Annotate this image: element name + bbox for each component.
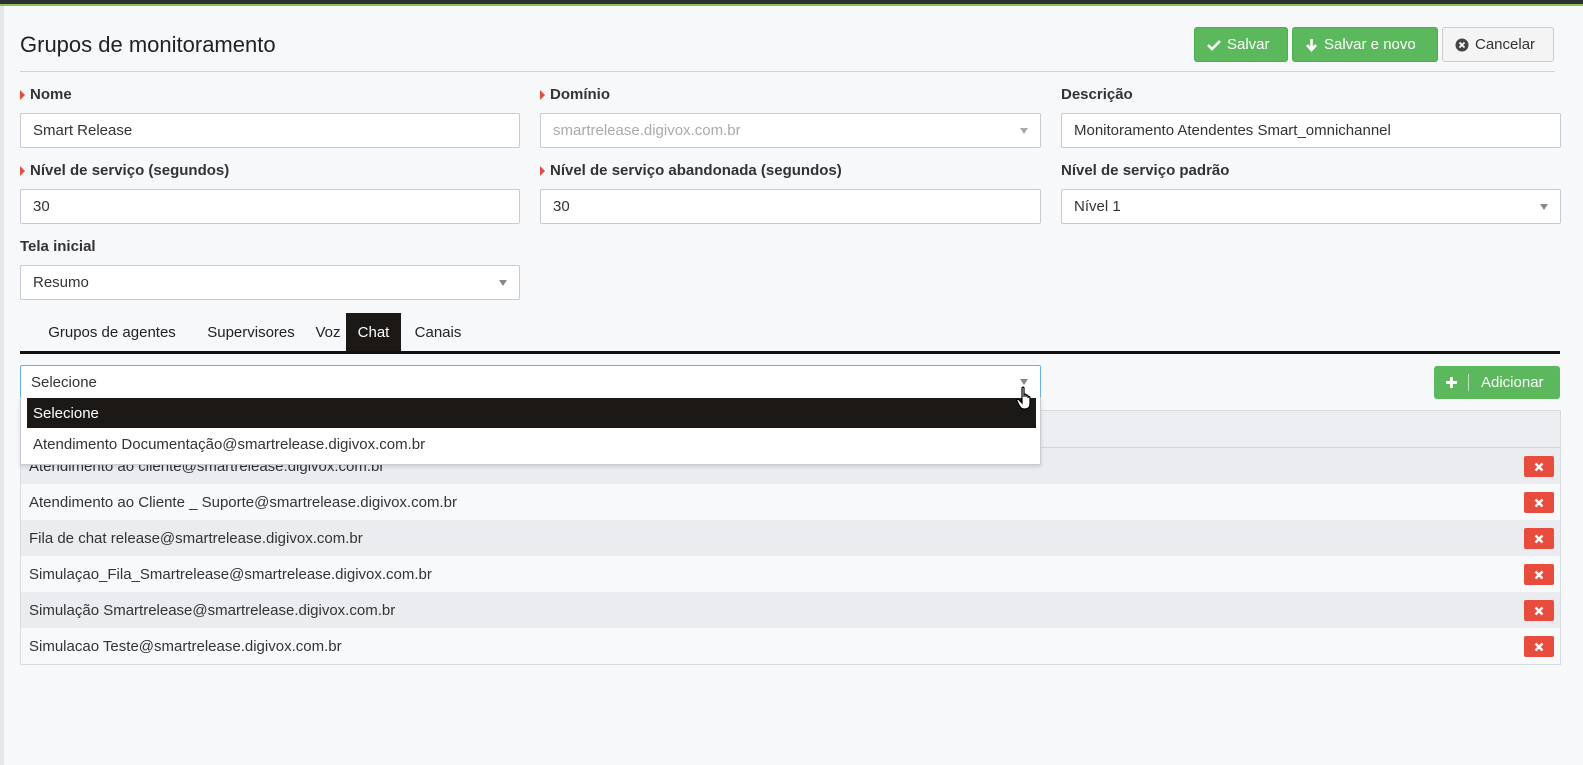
button-separator [1468,374,1469,391]
save-and-new-button-label: Salvar e novo [1324,36,1416,53]
close-icon [1534,570,1544,579]
dropdown-option[interactable]: Atendimento Documentação@smartrelease.di… [27,429,1036,459]
cancel-button-label: Cancelar [1475,36,1536,53]
check-icon [1207,39,1221,51]
chat-queue-select-value: Selecione [31,374,97,391]
chevron-down-icon [499,280,507,286]
table-row: Simulacao Teste@smartrelease.digivox.com… [21,628,1560,664]
nivel-servico-field[interactable]: 30 [20,189,520,224]
top-bar-accent [0,4,1583,6]
delete-button[interactable] [1524,528,1554,549]
descricao-value: Monitoramento Atendentes Smart_omnichann… [1074,122,1391,139]
tab-supervisores[interactable]: Supervisores [192,313,310,351]
tab-canais[interactable]: Canais [401,313,475,351]
row-queue-name: Simulacao Teste@smartrelease.digivox.com… [29,637,342,655]
delete-button[interactable] [1524,600,1554,621]
descricao-field[interactable]: Monitoramento Atendentes Smart_omnichann… [1061,113,1561,148]
nivel-abandonada-value: 30 [553,198,570,215]
close-circle-icon [1455,38,1469,51]
close-icon [1534,642,1544,651]
nivel-servico-label: Nível de serviço (segundos) [20,162,229,179]
nivel-abandonada-label-text: Nível de serviço abandonada (segundos) [550,162,842,179]
chevron-down-icon [1540,204,1548,210]
tab-chat[interactable]: Chat [346,313,401,351]
dominio-select[interactable]: smartrelease.digivox.com.br [540,113,1041,148]
arrow-down-icon [1306,38,1317,52]
add-button[interactable]: Adicionar [1434,366,1560,399]
required-marker [540,89,545,100]
save-and-new-button[interactable]: Salvar e novo [1292,27,1438,62]
row-queue-name: Simulaçao_Fila_Smartrelease@smartrelease… [29,565,432,583]
nivel-servico-value: 30 [33,198,50,215]
table-row: Simulação Smartrelease@smartrelease.digi… [21,592,1560,628]
required-marker [20,165,25,176]
row-queue-name: Fila de chat release@smartrelease.digivo… [29,529,363,547]
page-header: Grupos de monitoramento Salvar Salvar e … [20,26,1555,72]
row-queue-name: Simulação Smartrelease@smartrelease.digi… [29,601,396,619]
nivel-padrao-select[interactable]: Nível 1 [1061,189,1561,224]
nivel-padrao-label: Nível de serviço padrão [1061,162,1229,179]
nome-label: Nome [20,86,72,103]
nivel-servico-label-text: Nível de serviço (segundos) [30,162,230,179]
tab-grupos-de-agentes[interactable]: Grupos de agentes [32,313,192,351]
tela-inicial-select[interactable]: Resumo [20,265,520,300]
add-button-label: Adicionar [1481,374,1544,391]
dropdown-option[interactable]: Selecione [27,398,1036,428]
tab-bar: Grupos de agentes Supervisores Voz Chat … [20,313,1560,354]
nome-field[interactable]: Smart Release [20,113,520,148]
table-row: Simulaçao_Fila_Smartrelease@smartrelease… [21,556,1560,592]
required-marker [20,89,25,100]
chat-queue-dropdown: Selecione Atendimento Documentação@smart… [20,397,1041,465]
chat-queue-select[interactable]: Selecione [20,365,1041,400]
plus-icon [1434,376,1468,389]
chevron-down-icon [1020,379,1028,385]
cancel-button[interactable]: Cancelar [1442,27,1554,62]
chevron-down-icon [1020,128,1028,134]
nivel-abandonada-field[interactable]: 30 [540,189,1041,224]
hand-pointer-icon [1016,386,1031,410]
close-icon [1534,606,1544,615]
page-title: Grupos de monitoramento [20,32,276,57]
delete-button[interactable] [1524,456,1554,477]
tela-inicial-label: Tela inicial [20,238,96,255]
close-icon [1534,498,1544,507]
save-button[interactable]: Salvar [1194,27,1288,62]
left-border [0,6,4,765]
dominio-value: smartrelease.digivox.com.br [553,122,741,139]
dominio-label-text: Domínio [550,86,610,103]
required-marker [540,165,545,176]
nivel-abandonada-label: Nível de serviço abandonada (segundos) [540,162,842,179]
tab-voz[interactable]: Voz [310,313,346,351]
top-bar [0,0,1583,6]
dominio-label: Domínio [540,86,610,103]
descricao-label: Descrição [1061,86,1133,103]
save-button-label: Salvar [1227,36,1270,53]
row-queue-name: Atendimento ao Cliente _ Suporte@smartre… [29,493,457,511]
close-icon [1534,462,1544,471]
close-icon [1534,534,1544,543]
descricao-label-text: Descrição [1061,86,1133,103]
nome-label-text: Nome [30,86,72,103]
table-row: Fila de chat release@smartrelease.digivo… [21,520,1560,556]
delete-button[interactable] [1524,492,1554,513]
table-row: Atendimento ao Cliente _ Suporte@smartre… [21,484,1560,520]
nivel-padrao-label-text: Nível de serviço padrão [1061,162,1230,179]
delete-button[interactable] [1524,636,1554,657]
delete-button[interactable] [1524,564,1554,585]
tela-inicial-value: Resumo [33,274,89,291]
nome-value: Smart Release [33,122,133,139]
nivel-padrao-value: Nível 1 [1074,198,1121,215]
tela-inicial-label-text: Tela inicial [20,238,96,255]
